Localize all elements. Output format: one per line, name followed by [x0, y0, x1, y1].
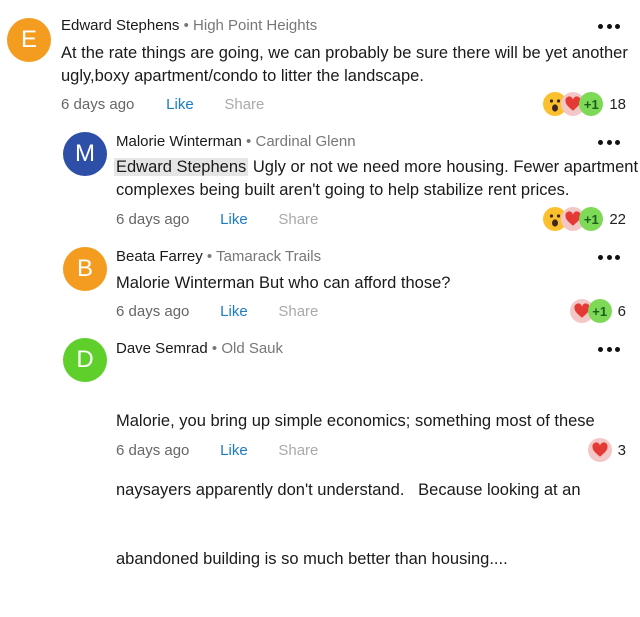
- plus-one-reaction-icon: +1: [587, 299, 612, 323]
- timestamp: 6 days ago: [61, 96, 135, 113]
- reaction-count: 18: [609, 95, 626, 113]
- share-button[interactable]: Share: [278, 211, 318, 228]
- comment-actions: 6 days ago Like Share: [116, 442, 318, 459]
- comment-line: At the rate things are going, we can pro…: [61, 44, 628, 62]
- avatar[interactable]: M: [63, 132, 107, 176]
- plus-one-reaction-icon: +1: [579, 92, 604, 116]
- reaction-count: 6: [617, 302, 626, 320]
- comment-edward-stephens: E Edward Stephens • High Point Heights A…: [0, 0, 640, 125]
- comment-actions: 6 days ago Like Share: [116, 211, 318, 228]
- share-button[interactable]: Share: [278, 442, 318, 459]
- like-button[interactable]: Like: [220, 211, 274, 228]
- comment-line: ugly,boxy apartment/condo to litter the …: [61, 67, 424, 85]
- comment-line-rest: Ugly or not we need more housing. Fewer …: [248, 158, 639, 176]
- author-name[interactable]: Edward Stephens: [61, 17, 179, 34]
- avatar[interactable]: B: [63, 247, 107, 291]
- author-name[interactable]: Dave Semrad: [116, 340, 208, 357]
- separator: •: [206, 248, 213, 265]
- separator: •: [246, 133, 252, 150]
- author-name[interactable]: Beata Farrey: [116, 248, 203, 265]
- timestamp: 6 days ago: [116, 211, 190, 228]
- reaction-count: 3: [617, 441, 626, 459]
- comment-header: Beata Farrey • Tamarack Trails: [116, 248, 321, 265]
- comment-line: complexes being built aren't going to he…: [116, 181, 570, 199]
- neighborhood[interactable]: Cardinal Glenn: [255, 133, 355, 150]
- comment-line: Malorie, you bring up simple economics; …: [116, 412, 595, 430]
- neighborhood[interactable]: High Point Heights: [193, 17, 317, 34]
- share-button[interactable]: Share: [224, 96, 264, 113]
- timestamp: 6 days ago: [116, 442, 190, 459]
- author-name[interactable]: Malorie Winterman: [116, 133, 242, 150]
- separator: •: [211, 340, 218, 357]
- reaction-count: 22: [609, 210, 626, 228]
- like-button[interactable]: Like: [220, 442, 274, 459]
- comment-beata-farrey: B Beata Farrey • Tamarack Trails Malorie…: [0, 240, 640, 335]
- more-options-icon[interactable]: [598, 252, 620, 262]
- reactions-summary[interactable]: +1 18: [543, 91, 626, 117]
- comment-line: abandoned building is so much better tha…: [116, 550, 508, 568]
- reactions-summary[interactable]: +1 22: [543, 206, 626, 232]
- more-options-icon[interactable]: [598, 137, 620, 147]
- comment-actions: 6 days ago Like Share: [116, 303, 318, 320]
- like-button[interactable]: Like: [166, 96, 220, 113]
- share-button[interactable]: Share: [278, 303, 318, 320]
- comment-actions: 6 days ago Like Share: [61, 96, 264, 113]
- comment-line: Malorie Winterman But who can afford tho…: [116, 274, 451, 292]
- comment-header: Edward Stephens • High Point Heights: [61, 17, 317, 34]
- more-options-icon[interactable]: [598, 21, 620, 31]
- reactions-summary[interactable]: 3: [587, 437, 626, 463]
- timestamp: 6 days ago: [116, 303, 190, 320]
- comment-text: Edward Stephens Ugly or not we need more…: [114, 156, 639, 202]
- love-reaction-icon: [587, 438, 612, 462]
- plus-one-reaction-icon: +1: [579, 207, 604, 231]
- neighborhood[interactable]: Tamarack Trails: [216, 248, 321, 265]
- separator: •: [183, 17, 189, 34]
- comment-dave-semrad: D Dave Semrad • Old Sauk Malorie, you br…: [0, 330, 640, 568]
- comment-text: Malorie, you bring up simple economics; …: [116, 364, 595, 617]
- more-options-icon[interactable]: [598, 344, 620, 354]
- reactions-summary[interactable]: +1 6: [569, 298, 626, 324]
- mention-tag[interactable]: Edward Stephens: [114, 158, 249, 176]
- comment-text: Malorie Winterman But who can afford tho…: [116, 272, 450, 295]
- comment-line: naysayers apparently don't understand. B…: [116, 481, 581, 499]
- like-button[interactable]: Like: [220, 303, 274, 320]
- comment-malorie-winterman: M Malorie Winterman • Cardinal Glenn Edw…: [0, 125, 640, 240]
- comment-header: Dave Semrad • Old Sauk: [116, 340, 283, 357]
- avatar[interactable]: E: [7, 18, 51, 62]
- comment-line: Edward Stephens Ugly or not we need more…: [114, 156, 639, 179]
- comment-header: Malorie Winterman • Cardinal Glenn: [116, 133, 356, 150]
- avatar[interactable]: D: [63, 338, 107, 382]
- neighborhood[interactable]: Old Sauk: [221, 340, 283, 357]
- comment-text: At the rate things are going, we can pro…: [61, 42, 628, 88]
